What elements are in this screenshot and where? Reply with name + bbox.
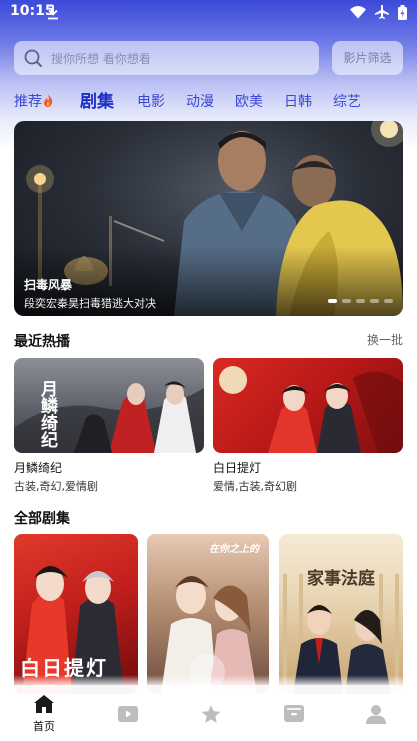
- banner-title: 扫毒风暴: [24, 278, 73, 292]
- series-card[interactable]: 家事法庭: [279, 534, 403, 694]
- card-title: 月鳞绮纪: [14, 461, 63, 475]
- nav-home[interactable]: 首页: [14, 685, 74, 741]
- pagination-dot[interactable]: [384, 299, 393, 303]
- poster-image: 在你之上的: [147, 534, 269, 694]
- poster-image: 白日提灯: [14, 534, 138, 694]
- recent-section-title: 最近热播: [14, 334, 70, 350]
- user-icon: [366, 705, 386, 724]
- pagination-dot[interactable]: [370, 299, 379, 303]
- poster-art: [219, 366, 403, 453]
- pagination-dot[interactable]: [328, 299, 337, 303]
- search-input[interactable]: 搜你所想 看你想看: [14, 41, 319, 75]
- card-title: 白日提灯: [213, 461, 262, 475]
- banner-pagination: [328, 299, 393, 303]
- nav-profile[interactable]: [346, 685, 406, 741]
- airplane-icon: [375, 5, 389, 19]
- nav-favorites[interactable]: [181, 685, 241, 741]
- download-icon: [48, 5, 58, 20]
- recent-card[interactable]: 月鳞绮纪 月鳞绮纪 古装,奇幻,爱情剧: [14, 358, 204, 493]
- tab-recommend[interactable]: 推荐: [14, 91, 53, 111]
- poster-title-art: 月鳞绮纪: [37, 380, 57, 448]
- series-card[interactable]: 白日提灯: [14, 534, 138, 694]
- folder-icon: [284, 705, 304, 722]
- tab-western[interactable]: 欧美: [235, 91, 263, 111]
- tab-variety[interactable]: 综艺: [333, 91, 361, 111]
- tab-movies[interactable]: 电影: [137, 91, 165, 111]
- card-tags: 爱情,古装,奇幻剧: [213, 480, 297, 493]
- search-placeholder: 搜你所想 看你想看: [51, 52, 151, 66]
- nav-videos[interactable]: [98, 685, 158, 741]
- series-card[interactable]: 在你之上的: [147, 534, 269, 694]
- poster-image: [213, 358, 403, 453]
- battery-icon: [398, 4, 407, 20]
- flame-icon: [44, 94, 53, 107]
- refresh-batch-button[interactable]: 换一批: [367, 331, 403, 348]
- status-bar: 10:15: [0, 0, 417, 26]
- bottom-navigation: 首页: [0, 685, 417, 741]
- poster-image: 家事法庭: [279, 534, 403, 694]
- pagination-dot[interactable]: [342, 299, 351, 303]
- wifi-icon: [350, 6, 366, 19]
- scroll-fade: [0, 675, 417, 685]
- home-icon: [34, 695, 54, 713]
- search-row: 搜你所想 看你想看 影片筛选: [14, 41, 403, 75]
- tab-label: 推荐: [14, 94, 42, 110]
- poster-art: [161, 576, 257, 694]
- search-icon: [24, 49, 42, 67]
- featured-banner[interactable]: 扫毒风暴 段奕宏秦昊扫毒猎逃大对决: [14, 121, 403, 316]
- nav-label: 首页: [33, 720, 55, 733]
- banner-subtitle: 段奕宏秦昊扫毒猎逃大对决: [24, 297, 156, 310]
- poster-title-art: 在你之上的: [209, 544, 259, 555]
- filter-button[interactable]: 影片筛选: [332, 41, 403, 75]
- star-icon: [201, 705, 221, 723]
- video-icon: [118, 706, 138, 722]
- pagination-dot[interactable]: [356, 299, 365, 303]
- tab-series[interactable]: 剧集: [80, 87, 114, 112]
- tab-anime[interactable]: 动漫: [186, 91, 214, 111]
- card-tags: 古装,奇幻,爱情剧: [14, 480, 98, 493]
- poster-title-art: 家事法庭: [307, 569, 375, 589]
- recent-card[interactable]: 白日提灯 爱情,古装,奇幻剧: [213, 358, 403, 493]
- poster-art: [283, 574, 399, 694]
- nav-library[interactable]: [264, 685, 324, 741]
- tab-japan-korea[interactable]: 日韩: [284, 91, 312, 111]
- poster-image: 月鳞绮纪: [14, 358, 204, 453]
- all-series-section-title: 全部剧集: [14, 511, 70, 527]
